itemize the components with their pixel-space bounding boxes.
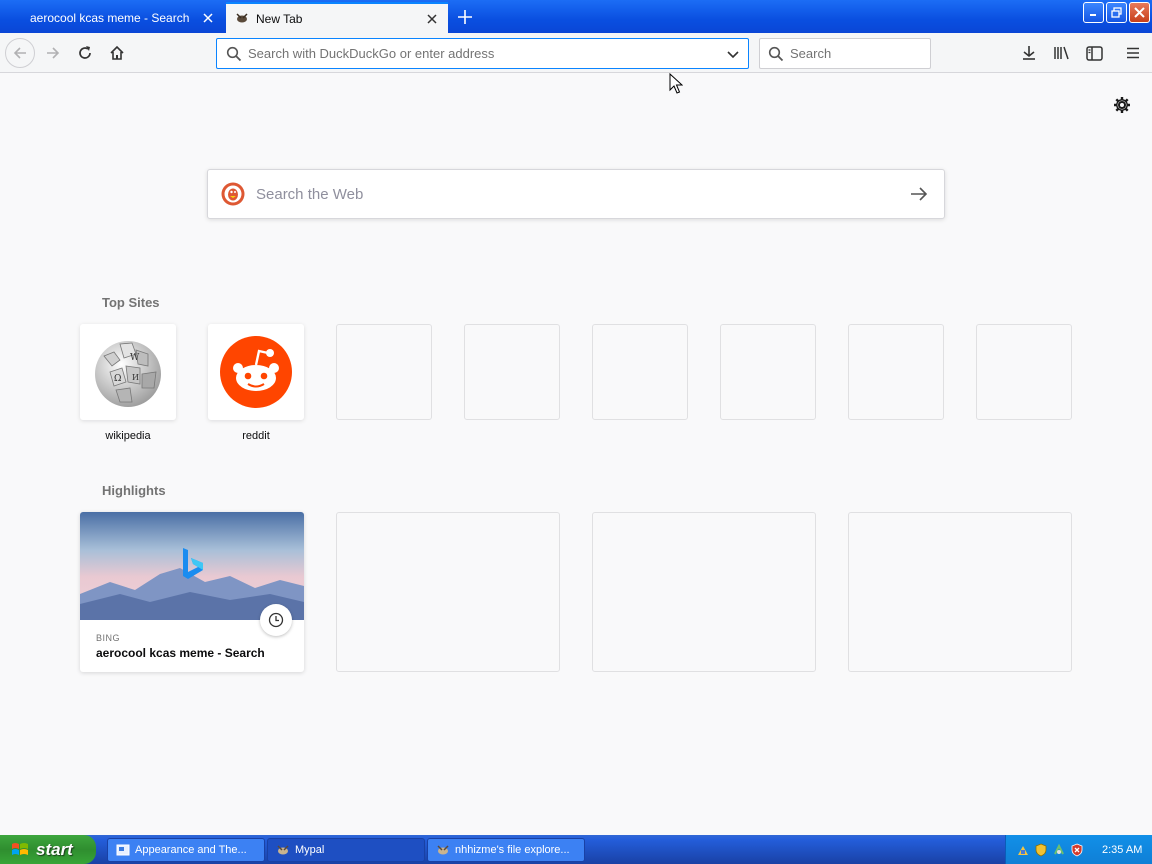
taskbar-button-label: Appearance and The... — [135, 844, 247, 856]
back-arrow-icon[interactable] — [5, 38, 35, 68]
svg-text:И: И — [132, 373, 139, 382]
arrow-right-icon[interactable] — [908, 183, 930, 205]
top-site-empty-slot — [720, 324, 816, 420]
highlight-card[interactable]: BING aerocool kcas meme - Search — [80, 512, 304, 672]
highlight-host: BING — [96, 633, 121, 643]
tab-strip: aerocool kcas meme - Search New Tab — [0, 0, 1152, 33]
forward-arrow-icon[interactable] — [38, 38, 68, 68]
top-site-empty-slot — [336, 324, 432, 420]
top-site-label: wikipedia — [105, 430, 151, 442]
taskbar-clock: 2:35 AM — [1102, 843, 1143, 856]
top-site-reddit[interactable] — [208, 324, 304, 420]
new-tab-plus-icon[interactable] — [452, 4, 478, 30]
close-tab-icon[interactable] — [196, 6, 220, 30]
taskbar-button-label: nhhizme's file explore... — [455, 844, 570, 856]
address-placeholder: Search with DuckDuckGo or enter address — [248, 46, 495, 61]
home-icon[interactable] — [102, 38, 132, 68]
reload-icon[interactable] — [70, 38, 100, 68]
downloads-icon[interactable] — [1014, 38, 1044, 68]
highlight-empty-slot — [336, 512, 560, 672]
top-sites-heading: Top Sites — [102, 295, 160, 310]
library-icon[interactable] — [1047, 38, 1077, 68]
taskbar-button-label: Mypal — [295, 844, 325, 856]
hamburger-menu-icon[interactable] — [1118, 38, 1148, 68]
address-bar[interactable]: Search with DuckDuckGo or enter address — [216, 38, 749, 69]
system-tray: 2:35 AM — [1005, 835, 1152, 864]
search-icon — [768, 46, 784, 61]
highlight-title: aerocool kcas meme - Search — [96, 646, 265, 660]
taskbar-button-mypal[interactable]: Mypal — [267, 838, 425, 862]
gear-icon[interactable] — [1112, 95, 1132, 115]
tab-label: aerocool kcas meme - Search — [30, 10, 190, 25]
network-icon[interactable] — [1016, 843, 1030, 857]
reddit-alien-icon — [220, 336, 292, 408]
wikipedia-globe-icon: W Ω И — [95, 341, 161, 407]
top-site-empty-slot — [848, 324, 944, 420]
top-site-empty-slot — [592, 324, 688, 420]
search-bar[interactable]: Search — [759, 38, 931, 69]
window-controls — [1083, 2, 1150, 23]
start-button[interactable]: start — [0, 835, 96, 864]
alert-shield-icon[interactable] — [1070, 843, 1084, 857]
update-icon[interactable] — [1052, 843, 1066, 857]
svg-text:Ω: Ω — [114, 374, 121, 384]
duckduckgo-logo-icon — [221, 182, 245, 206]
windows-logo-icon — [12, 842, 28, 855]
highlight-empty-slot — [592, 512, 816, 672]
taskbar: start Appearance and The... Mypal nhhizm… — [0, 835, 1152, 864]
search-icon — [226, 46, 242, 61]
web-search-box[interactable]: Search the Web — [207, 169, 945, 219]
restore-icon[interactable] — [1106, 2, 1127, 23]
top-site-label: reddit — [242, 430, 270, 442]
taskbar-button-file-explorer[interactable]: nhhizme's file explore... — [427, 838, 585, 862]
top-site-empty-slot — [976, 324, 1072, 420]
clock-icon — [260, 604, 292, 636]
tab-label: New Tab — [256, 11, 303, 26]
top-site-wikipedia[interactable]: W Ω И — [80, 324, 176, 420]
highlight-empty-slot — [848, 512, 1072, 672]
close-window-icon[interactable] — [1129, 2, 1150, 23]
svg-text:W: W — [130, 353, 140, 363]
tab-search[interactable]: aerocool kcas meme - Search — [0, 2, 224, 33]
start-label: start — [36, 839, 73, 859]
web-search-placeholder: Search the Web — [256, 185, 364, 203]
navigation-toolbar: Search with DuckDuckGo or enter address … — [0, 33, 1152, 73]
search-placeholder: Search — [790, 46, 832, 61]
chevron-down-icon[interactable] — [726, 47, 740, 61]
mypal-favicon-icon — [437, 845, 449, 855]
security-shield-icon[interactable] — [1034, 843, 1048, 857]
close-tab-icon[interactable] — [420, 7, 444, 31]
taskbar-button-appearance[interactable]: Appearance and The... — [107, 838, 265, 862]
tab-new-tab[interactable]: New Tab — [226, 2, 448, 33]
highlights-heading: Highlights — [102, 483, 166, 498]
mypal-favicon-icon — [277, 845, 289, 855]
mouse-cursor-icon — [669, 73, 683, 94]
sidebar-toggle-icon[interactable] — [1079, 38, 1109, 68]
mypal-favicon-icon — [236, 13, 248, 23]
minimize-icon[interactable] — [1083, 2, 1104, 23]
control-panel-icon — [116, 844, 130, 856]
top-site-empty-slot — [464, 324, 560, 420]
